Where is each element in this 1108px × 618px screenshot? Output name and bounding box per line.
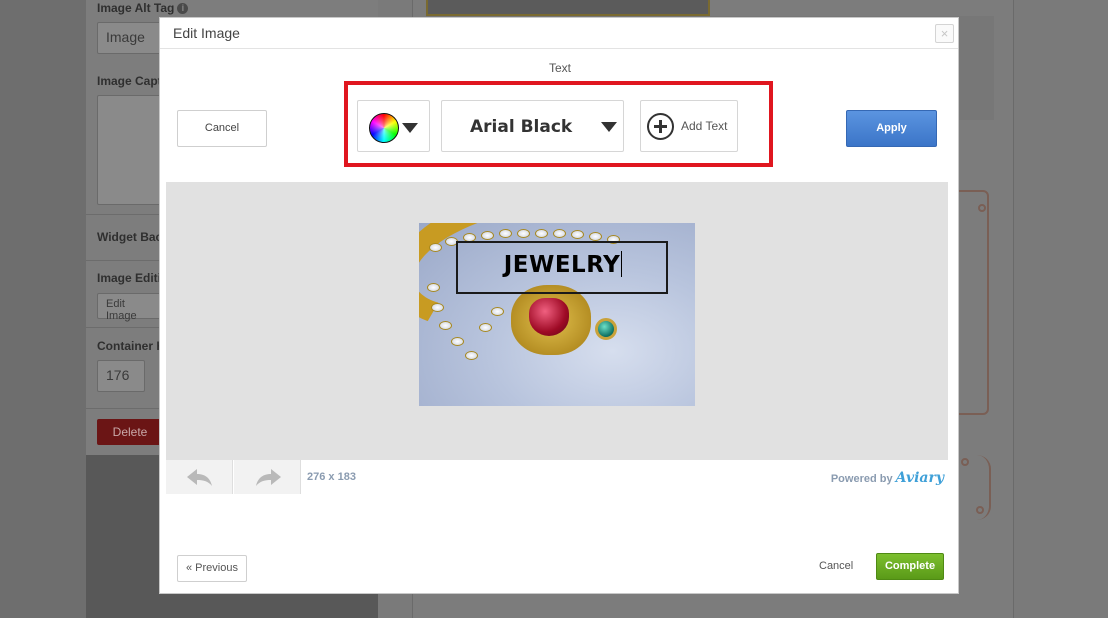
redo-button[interactable] (234, 460, 301, 494)
decor-dot (978, 204, 986, 212)
pearl (491, 307, 504, 316)
pearl (451, 337, 464, 346)
aviary-logo[interactable]: Aviary (896, 470, 944, 486)
text-cursor (621, 251, 623, 277)
color-picker-button[interactable] (357, 100, 430, 152)
pearl (571, 230, 584, 239)
overlay-text[interactable]: JEWELRY (458, 251, 668, 278)
image-editing-label: Image Editi (97, 271, 162, 285)
dialog-title: Edit Image (173, 25, 240, 41)
container-height-label: Container H (97, 339, 166, 353)
complete-button[interactable]: Complete (876, 553, 944, 580)
ruby-stone (529, 298, 569, 336)
image-caption-label: Image Capt (97, 74, 162, 88)
pearl (465, 351, 478, 360)
edit-image-dialog: Edit Image × Text Cancel Apply Arial Bla… (159, 17, 959, 594)
undo-icon (187, 469, 212, 486)
edit-image-button[interactable]: Edit Image (97, 293, 161, 322)
cancel-tool-button[interactable]: Cancel (177, 110, 267, 147)
pearl (499, 229, 512, 238)
tool-name-label: Text (548, 61, 571, 75)
pearl (589, 232, 602, 241)
pearl (431, 303, 444, 312)
cancel-link[interactable]: Cancel (819, 560, 853, 572)
pearl (427, 283, 440, 292)
chevron-down-icon (402, 123, 418, 133)
pearl (481, 231, 494, 240)
decor-dot (961, 458, 969, 466)
undo-button[interactable] (166, 460, 233, 494)
pearl (429, 243, 442, 252)
pearl (535, 229, 548, 238)
info-icon[interactable]: i (177, 3, 189, 14)
container-height-input[interactable]: 176 (97, 360, 145, 392)
font-select[interactable]: Arial Black (441, 100, 624, 152)
close-icon[interactable]: × (935, 24, 954, 43)
widget-background-label: Widget Bac (97, 230, 163, 244)
dialog-header: Edit Image × (160, 18, 958, 49)
powered-by-label: Powered by (830, 473, 893, 485)
image-dimensions: 276 x 183 (307, 471, 356, 483)
emerald-stone (595, 318, 617, 340)
add-text-label: Add Text (681, 119, 728, 133)
previous-button[interactable]: « Previous (177, 555, 247, 582)
add-text-button[interactable]: Add Text (640, 100, 738, 152)
font-name-value: Arial Black (470, 117, 573, 137)
pearl (553, 229, 566, 238)
pearl (479, 323, 492, 332)
overlay-text-value: JEWELRY (503, 252, 621, 278)
pearl (439, 321, 452, 330)
chevron-down-icon (601, 122, 617, 132)
powered-by: Powered by Aviary (831, 470, 944, 486)
image-alt-tag-label: Image Alt Tag i (97, 1, 189, 15)
history-bar: 276 x 183 Powered by Aviary (166, 460, 948, 495)
redo-icon (256, 469, 281, 486)
jewelry-photo[interactable]: JEWELRY (419, 223, 695, 406)
preview-thumbnail (426, 0, 710, 16)
apply-button[interactable]: Apply (846, 110, 937, 147)
color-wheel-icon (369, 113, 399, 143)
pearl (517, 229, 530, 238)
text-overlay-box[interactable]: JEWELRY (456, 241, 668, 294)
delete-button[interactable]: Delete (97, 419, 163, 445)
editor-canvas[interactable]: JEWELRY (166, 182, 948, 460)
decor-dot (976, 506, 984, 514)
plus-circle-icon (647, 113, 674, 140)
